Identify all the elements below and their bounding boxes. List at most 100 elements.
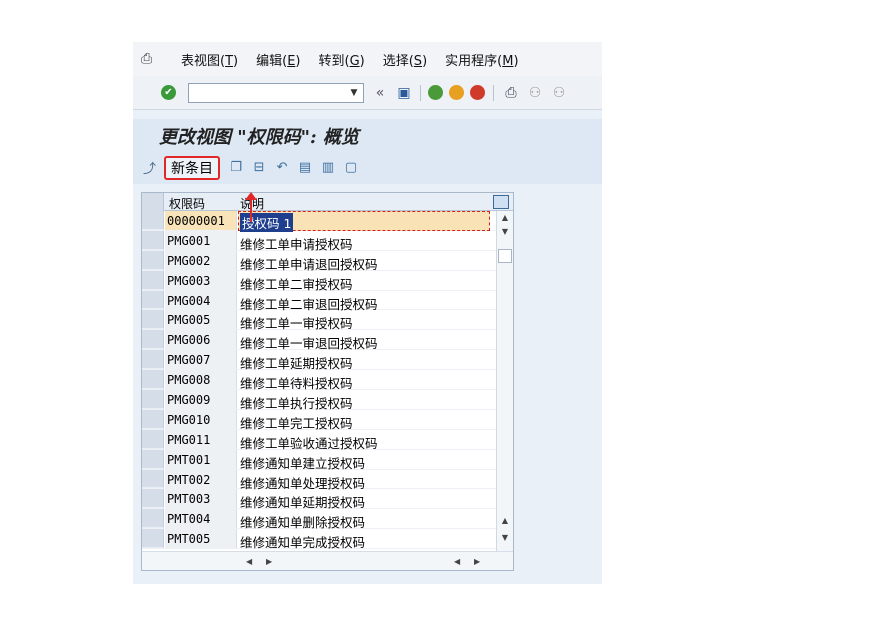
menu-table-view[interactable]: 表视图(T) [181,50,238,69]
menu-tail: ) [233,53,239,69]
cell-code[interactable]: PMG011 [165,429,237,449]
select-block-icon[interactable]: ▥ [321,160,335,175]
cell-code[interactable]: PMG008 [165,370,237,390]
print-icon[interactable]: ⎙ [503,85,519,101]
sap-window: ⎙ 表视图(T) 编辑(E) 转到(G) 选择(S) 实用程序(M) ✔ ▼ «… [133,42,602,584]
cell-description[interactable]: 授权码 1 [240,213,294,232]
menu-edit[interactable]: 编辑(E) [256,50,300,69]
table-row[interactable]: PMG006 维修工单一审退回授权码 [142,330,496,351]
select-all-cell[interactable] [142,193,164,211]
save-icon[interactable]: ▣ [396,85,412,101]
table-row[interactable]: PMG007 维修工单延期授权码 [142,350,496,371]
table-row[interactable]: PMG003 维修工单二审授权码 [142,270,496,292]
horizontal-scrollbar[interactable]: ◀ ▶ ◀ ▶ [142,551,513,570]
column-header-code[interactable]: 权限码 [169,195,205,212]
deselect-all-icon[interactable]: ▢ [344,160,358,175]
scroll-left-icon[interactable]: ◀ [454,557,460,566]
cell-code[interactable]: PMG001 [165,230,237,250]
row-selector[interactable] [142,509,164,529]
row-selector[interactable] [142,449,164,469]
delete-icon[interactable]: ⊟ [252,160,266,175]
cell-code[interactable]: 00000001 [165,211,237,230]
back-icon[interactable] [428,85,443,100]
display-change-icon[interactable]: ⤴ [143,158,156,177]
cell-code[interactable]: PMT002 [165,469,237,489]
row-selector[interactable] [142,469,164,489]
row-selector[interactable] [142,429,164,449]
scroll-page-down-icon[interactable]: ▼ [497,227,513,236]
row-selector[interactable] [142,290,164,310]
table-row[interactable]: PMT004 维修通知单删除授权码 [142,509,496,530]
scroll-right-icon[interactable]: ▶ [266,557,272,566]
table-row[interactable]: PMT002 维修通知单处理授权码 [142,469,496,491]
cell-code[interactable]: PMG006 [165,330,237,350]
row-selector[interactable] [142,230,164,250]
cell-code[interactable]: PMT003 [165,489,237,509]
row-selector[interactable] [142,390,164,409]
menu-select[interactable]: 选择(S) [383,50,427,69]
title-area: 更改视图 "权限码": 概览 [133,119,602,151]
exit-icon[interactable] [449,85,464,100]
vertical-scrollbar[interactable]: ▲ ▼ ▲ ▼ [496,211,513,551]
scroll-up-icon[interactable]: ▲ [497,213,513,222]
table-row[interactable]: PMG001 维修工单申请授权码 [142,230,496,252]
cancel-icon[interactable] [470,85,485,100]
cell-code[interactable]: PMG003 [165,270,237,290]
find-icon[interactable]: ⚇ [527,85,543,101]
cell-code[interactable]: PMG002 [165,250,237,270]
cell-code[interactable]: PMG010 [165,409,237,429]
table-row[interactable]: PMG009 维修工单执行授权码 [142,390,496,411]
row-selector[interactable] [142,211,164,230]
standard-toolbar: ✔ ▼ « ▣ ⎙ ⚇ ⚇ [133,76,602,110]
menu-utilities[interactable]: 实用程序(M) [445,50,518,69]
table-row[interactable]: PMT003 维修通知单延期授权码 [142,489,496,510]
table-row[interactable]: PMG002 维修工单申请退回授权码 [142,250,496,272]
table-row[interactable]: PMT005 维修通知单完成授权码 [142,529,496,551]
scroll-left-icon[interactable]: ◀ [246,557,252,566]
table-row[interactable]: PMG004 维修工单二审退回授权码 [142,290,496,312]
find-next-icon[interactable]: ⚇ [551,85,567,101]
scroll-down-icon[interactable]: ▼ [497,533,513,542]
row-selector[interactable] [142,310,164,330]
table-row[interactable]: PMT001 维修通知单建立授权码 [142,449,496,471]
row-selector[interactable] [142,270,164,290]
undo-icon[interactable]: ↶ [275,160,289,175]
application-toolbar: ⤴ 新条目 ❐ ⊟ ↶ ▤ ▥ ▢ [133,151,602,184]
toolbar-divider [493,84,495,101]
table-row[interactable]: PMG010 维修工单完工授权码 [142,409,496,431]
ok-icon[interactable]: ✔ [161,85,176,100]
cell-code[interactable]: PMT005 [165,529,237,549]
table-row[interactable]: 00000001 授权码 1 [142,211,496,232]
new-entries-button[interactable]: 新条目 [164,155,221,180]
chevron-down-icon[interactable]: ▼ [345,84,363,102]
cell-code[interactable]: PMG007 [165,350,237,370]
table-row[interactable]: PMG005 维修工单一审授权码 [142,310,496,331]
scroll-right-icon[interactable]: ▶ [474,557,480,566]
scroll-thumb[interactable] [498,249,512,263]
row-selector[interactable] [142,489,164,509]
command-input[interactable] [189,83,339,102]
scroll-page-up-icon[interactable]: ▲ [497,516,513,525]
table-settings-icon[interactable] [493,195,509,209]
cell-code[interactable]: PMG009 [165,390,237,409]
cell-code[interactable]: PMG005 [165,310,237,330]
row-selector[interactable] [142,529,164,549]
cell-code[interactable]: PMG004 [165,290,237,310]
row-selector[interactable] [142,370,164,390]
copy-icon[interactable]: ❐ [229,160,243,175]
menu-goto[interactable]: 转到(G) [318,50,364,69]
cell-description[interactable]: 维修通知单完成授权码 [240,532,365,551]
row-selector[interactable] [142,330,164,350]
cell-code[interactable]: PMT004 [165,509,237,529]
select-all-icon[interactable]: ▤ [298,160,312,175]
row-selector[interactable] [142,250,164,270]
menu-tail: ) [295,53,301,69]
command-field[interactable]: ▼ [188,82,364,103]
cell-code[interactable]: PMT001 [165,449,237,469]
table-row[interactable]: PMG011 维修工单验收通过授权码 [142,429,496,451]
table-row[interactable]: PMG008 维修工单待料授权码 [142,370,496,391]
collapse-icon[interactable]: « [372,85,388,101]
row-selector[interactable] [142,409,164,429]
menu-exit-icon[interactable]: ⎙ [141,51,163,67]
row-selector[interactable] [142,350,164,370]
